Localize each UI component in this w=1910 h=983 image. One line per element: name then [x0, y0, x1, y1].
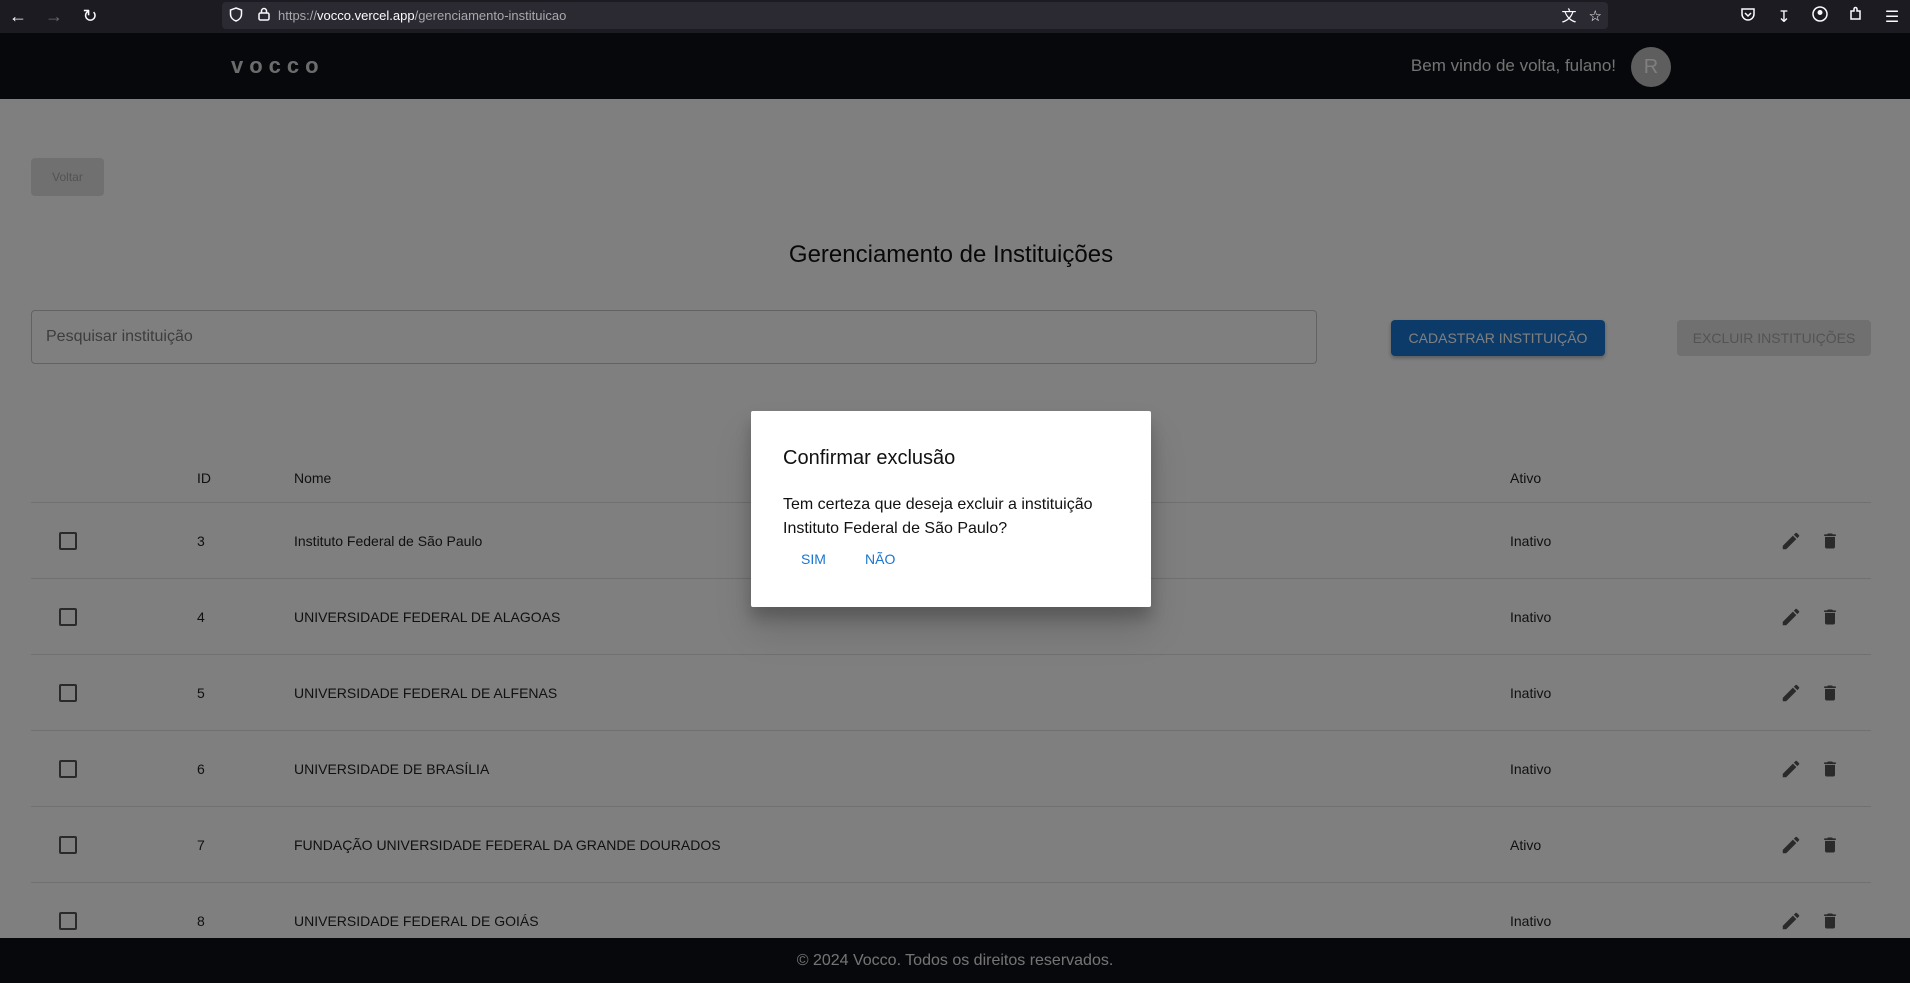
confirm-yes-button[interactable]: SIM: [795, 547, 832, 571]
dialog-message: Tem certeza que deseja excluir a institu…: [783, 496, 1093, 537]
menu-icon[interactable]: ☰: [1874, 7, 1910, 27]
account-icon[interactable]: [1802, 6, 1838, 27]
shield-icon[interactable]: [222, 6, 250, 25]
url-path: /gerenciamento-instituicao: [414, 8, 567, 23]
extensions-icon[interactable]: [1838, 6, 1874, 27]
confirm-delete-dialog: Confirmar exclusão Tem certeza que desej…: [751, 411, 1151, 607]
toolbar-right: ↧ ☰: [1730, 0, 1910, 33]
url-text: https://vocco.vercel.app/gerenciamento-i…: [278, 8, 566, 23]
dialog-title: Confirmar exclusão: [783, 447, 956, 469]
bookmark-star-icon[interactable]: ☆: [1589, 7, 1602, 25]
url-actions: 文 ☆: [1562, 2, 1602, 29]
forward-arrow-icon[interactable]: →: [36, 0, 72, 33]
url-domain: vocco.vercel.app: [317, 8, 415, 23]
lock-icon[interactable]: [250, 7, 278, 24]
translate-icon[interactable]: 文: [1562, 5, 1577, 26]
pocket-icon[interactable]: [1730, 6, 1766, 27]
reload-icon[interactable]: ↻: [72, 0, 108, 33]
url-prefix: https://: [278, 8, 318, 23]
address-bar[interactable]: https://vocco.vercel.app/gerenciamento-i…: [222, 2, 1608, 29]
browser-toolbar: ← → ↻ https://vocco.vercel.app/gerenciam…: [0, 0, 1910, 33]
back-arrow-icon[interactable]: ←: [0, 0, 36, 33]
download-icon[interactable]: ↧: [1766, 7, 1802, 27]
confirm-no-button[interactable]: NÃO: [859, 547, 901, 571]
